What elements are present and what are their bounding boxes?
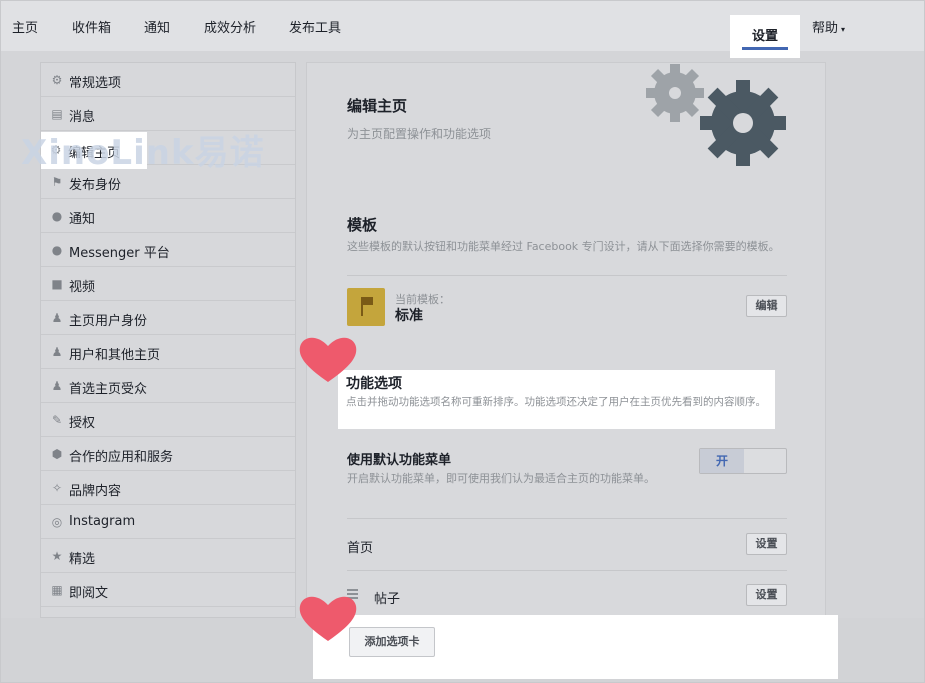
nav-insights[interactable]: 成效分析 <box>204 17 256 36</box>
sidebar-item-label: 通知 <box>69 212 96 227</box>
sidebar-item-label: 常规选项 <box>69 76 122 91</box>
instagram-icon: ◎ <box>51 515 63 529</box>
page-subtitle: 为主页配置操作和功能选项 <box>347 127 492 141</box>
cube-icon: ⬢ <box>51 447 63 461</box>
tab-label-posts[interactable]: 帖子 <box>374 588 400 607</box>
messenger-icon: ● <box>51 243 63 257</box>
templates-description: 这些模板的默认按钮和功能菜单经过 Facebook 专门设计，请从下面选择你需要… <box>347 240 780 253</box>
sidebar-item-label: 主页用户身份 <box>69 314 148 329</box>
handshake-icon: ✧ <box>51 481 63 495</box>
default-menu-description: 开启默认功能菜单，即可使用我们认为最适合主页的功能菜单。 <box>347 472 655 485</box>
divider <box>347 275 787 276</box>
current-template-value: 标准 <box>395 308 423 324</box>
nav-settings-label: 设置 <box>751 29 778 44</box>
sidebar-item[interactable]: ⚙ 常规选项 <box>41 63 295 97</box>
large-gear-icon <box>700 80 786 166</box>
sidebar-item[interactable]: ■ 视频 <box>41 267 295 301</box>
small-gear-icon <box>646 64 704 122</box>
heart-icon <box>299 596 357 641</box>
nav-inbox[interactable]: 收件箱 <box>72 17 111 36</box>
sidebar-item[interactable]: ♟ 主页用户身份 <box>41 301 295 335</box>
sidebar-item[interactable]: ▦ 即阅文 <box>41 573 295 607</box>
caret-down-icon: ▾ <box>841 25 846 34</box>
sidebar-item[interactable]: ♟ 用户和其他主页 <box>41 335 295 369</box>
video-icon: ■ <box>51 277 63 291</box>
tab-settings-button[interactable]: 设置 <box>746 584 787 606</box>
wrench-icon: ✎ <box>51 413 63 427</box>
nav-help-label: 帮助 <box>812 21 839 36</box>
features-description: 点击并拖动功能选项名称可重新排序。功能选项还决定了用户在主页优先看到的内容顺序。 <box>346 396 766 408</box>
sidebar-item[interactable]: ✧ 品牌内容 <box>41 471 295 505</box>
edit-page-panel: 编辑主页 为主页配置操作和功能选项 模板 这些模板的默认按钮和功能菜单经过 Fa <box>306 62 826 618</box>
tab-label-home[interactable]: 首页 <box>347 537 373 556</box>
nav-help[interactable]: 帮助 ▾ <box>812 17 845 36</box>
divider <box>347 570 787 571</box>
sidebar-item[interactable]: ● Messenger 平台 <box>41 233 295 267</box>
flag-icon <box>347 288 385 326</box>
nav-home[interactable]: 主页 <box>12 17 38 36</box>
audience-icon: ♟ <box>51 379 63 393</box>
sidebar-item[interactable]: ● 通知 <box>41 199 295 233</box>
gear-icon: ⚙ <box>51 73 63 87</box>
gears-illustration <box>646 64 786 166</box>
edit-template-button[interactable]: 编辑 <box>746 295 787 317</box>
sidebar-item[interactable]: ⬢ 合作的应用和服务 <box>41 437 295 471</box>
active-tab-indicator <box>742 47 788 50</box>
sidebar-item[interactable]: ◎ Instagram <box>41 505 295 539</box>
sidebar-item-label: 品牌内容 <box>69 484 122 499</box>
toggle-on-label: 开 <box>700 449 744 473</box>
page-title: 编辑主页 <box>347 97 408 115</box>
sidebar-item-label: 首选主页受众 <box>69 382 148 397</box>
tab-settings-button[interactable]: 设置 <box>746 533 787 555</box>
sidebar-item-label: 即阅文 <box>69 586 109 601</box>
sidebar-item-label: Instagram <box>69 514 136 529</box>
sidebar-item[interactable]: ✎ 授权 <box>41 403 295 437</box>
heart-icon <box>299 337 357 382</box>
nav-settings[interactable]: 设置 <box>730 15 800 58</box>
screenshot-frame: 主页 收件箱 通知 成效分析 发布工具 帮助▾ 设置 ⚙常规选项▤消息⚙编辑主页… <box>0 0 925 683</box>
flag-icon: ⚑ <box>51 175 63 189</box>
add-tab-section: 添加选项卡 <box>313 615 838 679</box>
sidebar-item-label: 视频 <box>69 280 96 295</box>
templates-title: 模板 <box>347 216 378 234</box>
article-icon: ▦ <box>51 583 63 597</box>
sidebar-item-label: 发布身份 <box>69 178 122 193</box>
sidebar-item-label: 精选 <box>69 552 96 567</box>
sidebar-item[interactable]: ★ 精选 <box>41 539 295 573</box>
users-icon: ♟ <box>51 345 63 359</box>
default-menu-toggle[interactable]: 开 <box>699 448 787 474</box>
sidebar-item-label: 用户和其他主页 <box>69 348 161 363</box>
sidebar-item-label: 合作的应用和服务 <box>69 450 174 465</box>
features-section: 功能选项 点击并拖动功能选项名称可重新排序。功能选项还决定了用户在主页优先看到的… <box>338 370 775 429</box>
message-icon: ▤ <box>51 107 63 121</box>
sidebar-item-label: 消息 <box>69 110 96 125</box>
user-icon: ♟ <box>51 311 63 325</box>
add-tab-button[interactable]: 添加选项卡 <box>349 627 435 657</box>
divider <box>347 518 787 519</box>
nav-notifications[interactable]: 通知 <box>144 17 170 36</box>
star-icon: ★ <box>51 549 63 563</box>
nav-publishing-tools[interactable]: 发布工具 <box>289 17 341 36</box>
sidebar-item[interactable]: ♟ 首选主页受众 <box>41 369 295 403</box>
watermark-logo: XinoLink易诺 <box>21 133 265 173</box>
globe-icon: ● <box>51 209 63 223</box>
default-menu-title: 使用默认功能菜单 <box>347 453 452 468</box>
sidebar-item-label: Messenger 平台 <box>69 246 170 261</box>
sidebar-item-label: 授权 <box>69 416 96 431</box>
